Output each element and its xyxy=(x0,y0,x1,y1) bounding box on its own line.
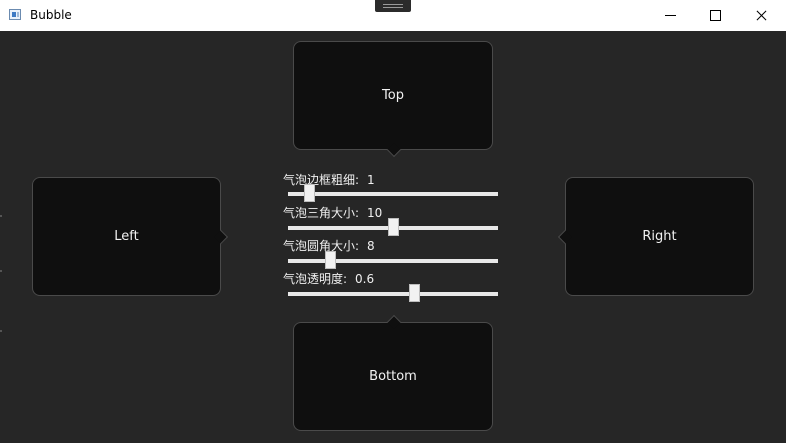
bubble-left-label: Left xyxy=(114,229,139,244)
close-button[interactable] xyxy=(739,0,784,31)
corner-radius-label-text: 气泡圆角大小: xyxy=(283,239,360,253)
bubble-left: Left xyxy=(32,177,229,296)
left-edge-marker xyxy=(0,330,2,332)
bubble-top: Top xyxy=(293,41,493,158)
left-edge-marker xyxy=(0,215,2,217)
triangle-size-slider-thumb[interactable] xyxy=(388,218,399,236)
app-window-icon xyxy=(9,9,21,20)
triangle-size-label: 气泡三角大小: 10 xyxy=(283,204,382,221)
border-thickness-slider-thumb[interactable] xyxy=(304,184,315,202)
bubble-pointer-right xyxy=(213,229,229,245)
triangle-size-value: 10 xyxy=(367,206,383,220)
window-title: Bubble xyxy=(30,8,72,22)
corner-radius-value: 8 xyxy=(367,239,375,253)
maximize-button[interactable] xyxy=(693,0,738,31)
minimize-button[interactable] xyxy=(648,0,693,31)
border-thickness-value: 1 xyxy=(367,173,375,187)
opacity-value: 0.6 xyxy=(355,272,375,286)
bubble-right: Right xyxy=(557,177,754,296)
border-thickness-label: 气泡边框粗细: 1 xyxy=(283,171,375,188)
border-thickness-label-text: 气泡边框粗细: xyxy=(283,173,360,187)
border-thickness-slider[interactable] xyxy=(288,184,498,202)
opacity-label-text: 气泡透明度: xyxy=(283,272,348,286)
bubble-pointer-up xyxy=(386,314,402,330)
corner-radius-slider[interactable] xyxy=(288,251,498,269)
bubble-bottom-label: Bottom xyxy=(369,369,417,384)
bubble-pointer-down xyxy=(386,142,402,158)
opacity-slider-thumb[interactable] xyxy=(409,284,420,302)
opacity-label: 气泡透明度: 0.6 xyxy=(283,270,374,287)
left-edge-marker xyxy=(0,270,2,272)
bubble-right-label: Right xyxy=(642,229,677,244)
bubble-bottom: Bottom xyxy=(293,314,493,431)
triangle-size-slider[interactable] xyxy=(288,218,498,236)
bubble-top-label: Top xyxy=(382,88,404,103)
opacity-slider[interactable] xyxy=(288,284,498,302)
corner-radius-slider-thumb[interactable] xyxy=(325,251,336,269)
bubble-pointer-left xyxy=(557,229,573,245)
triangle-size-label-text: 气泡三角大小: xyxy=(283,206,360,220)
drag-grip-icon[interactable] xyxy=(375,0,411,12)
